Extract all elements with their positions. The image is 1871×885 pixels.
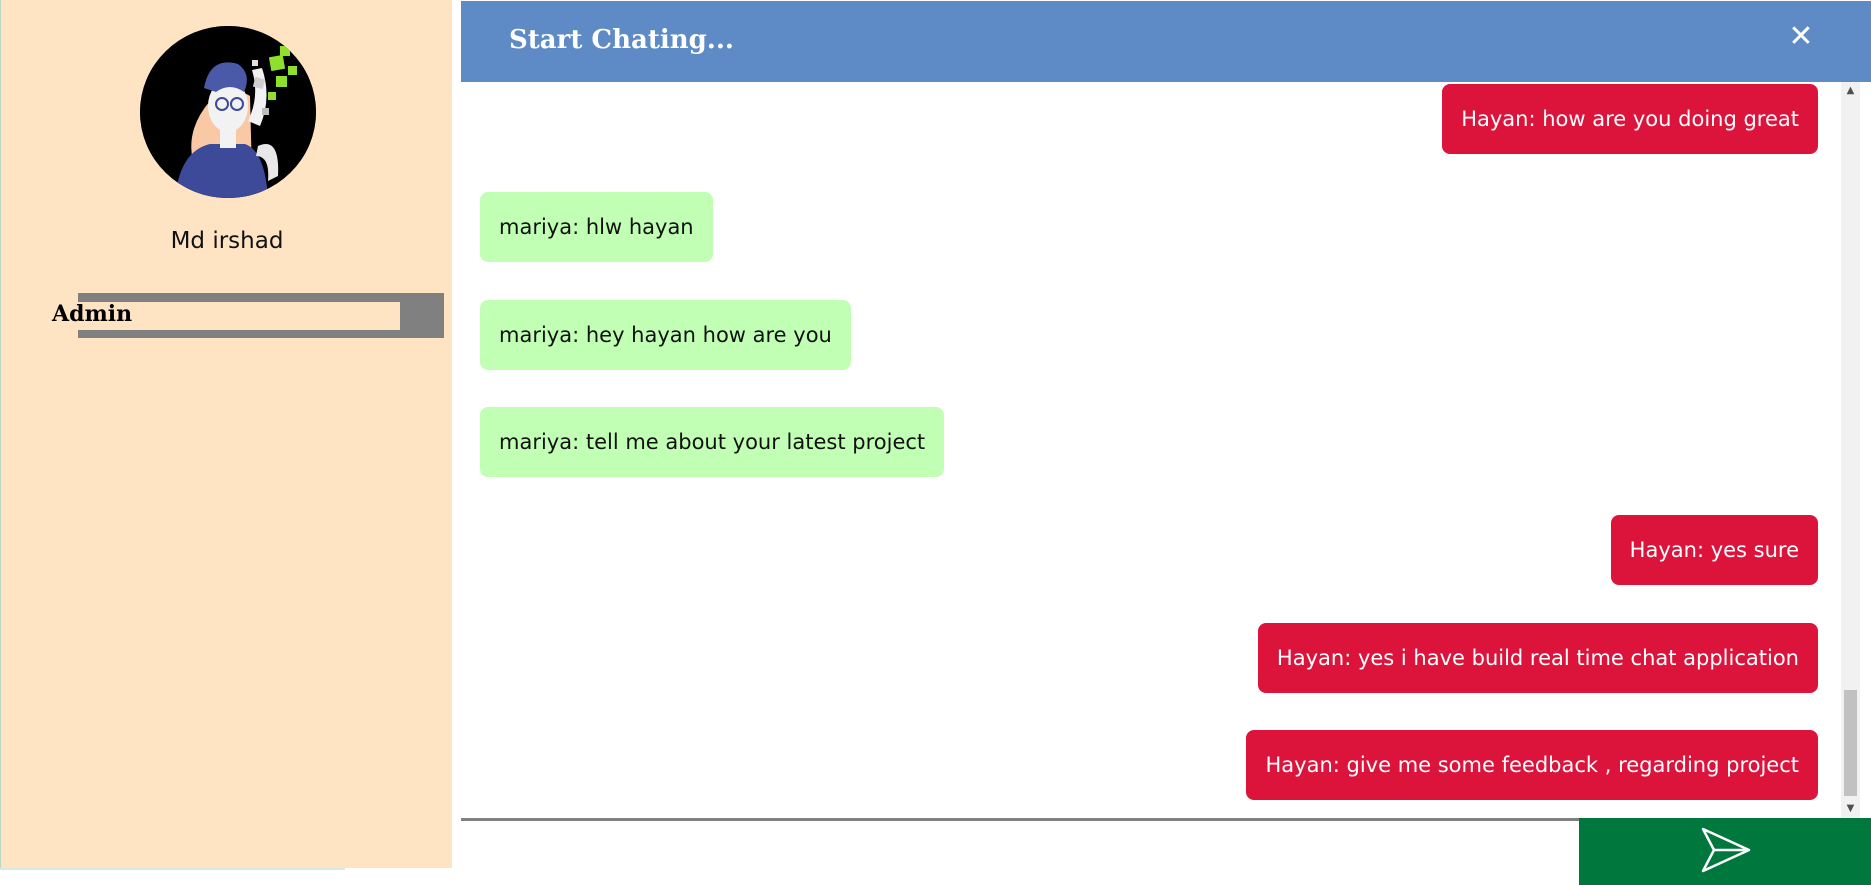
message-input[interactable] xyxy=(461,821,1579,879)
message-sent: Hayan: give me some feedback , regarding… xyxy=(1246,730,1818,800)
message-sent: Hayan: yes i have build real time chat a… xyxy=(1257,623,1818,693)
scroll-up-arrow-icon[interactable]: ▲ xyxy=(1841,82,1860,100)
scroll-thumb[interactable] xyxy=(1844,690,1857,796)
admin-label: Admin xyxy=(52,301,133,327)
sidebar: Md irshad Admin xyxy=(0,0,452,868)
send-button[interactable] xyxy=(1579,818,1871,885)
message-received: mariya: tell me about your latest projec… xyxy=(480,407,945,477)
send-icon xyxy=(1701,827,1751,873)
chat-title: Start Chating... xyxy=(509,25,734,55)
close-button[interactable]: ✕ xyxy=(1783,19,1819,55)
message-scrollbar[interactable]: ▲ ▼ xyxy=(1841,82,1860,818)
profile-name: Md irshad xyxy=(170,228,284,254)
user-avatar xyxy=(140,26,316,198)
message-sent: Hayan: how are you doing great xyxy=(1442,84,1818,154)
sidebar-divider xyxy=(0,868,345,870)
message-sent: Hayan: yes sure xyxy=(1610,515,1818,585)
message-received: mariya: hey hayan how are you xyxy=(480,300,851,370)
chat-header: Start Chating... ✕ xyxy=(461,1,1871,82)
close-icon: ✕ xyxy=(1788,19,1814,54)
message-received: mariya: hlw hayan xyxy=(480,192,713,262)
user-avatar-icon xyxy=(140,26,316,198)
message-list[interactable]: Hayan: how are you doing great mariya: h… xyxy=(461,82,1841,818)
scroll-down-arrow-icon[interactable]: ▼ xyxy=(1841,800,1860,818)
